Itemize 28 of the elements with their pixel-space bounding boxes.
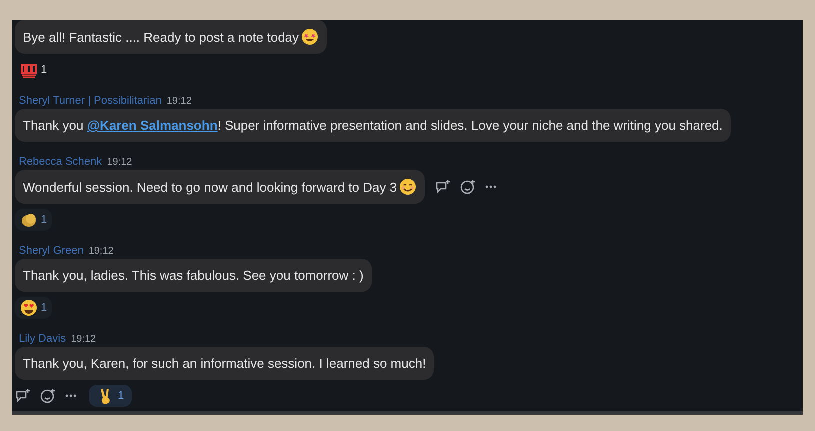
reaction-button[interactable]: 1	[15, 297, 52, 319]
reaction-emoji-icon	[20, 299, 38, 317]
message-time: 19:12	[107, 157, 132, 168]
reaction-emoji-icon	[20, 211, 38, 229]
more-icon[interactable]	[485, 185, 498, 189]
message-text: Thank you, Karen, for such an informative session. I learned so much!	[23, 356, 426, 371]
author-name[interactable]: Rebecca Schenk	[19, 156, 102, 168]
message-text: Thank you, ladies. This was fabulous. See you tomorrow : )	[23, 268, 364, 283]
author-name[interactable]: Sheryl Turner | Possibilitarian	[19, 95, 162, 107]
emoji-icon	[301, 28, 320, 46]
reply-icon[interactable]	[435, 179, 452, 195]
more-icon[interactable]	[65, 394, 77, 398]
message-time: 19:12	[71, 334, 96, 345]
add-reaction-icon[interactable]	[40, 388, 56, 404]
reply-icon[interactable]	[15, 388, 31, 404]
reaction-button[interactable]: 1	[15, 59, 52, 81]
message-text: Thank you @Karen Salmansohn! Super informative presentation and slides. Love your niche and the writing you shared.	[23, 118, 723, 133]
author-name[interactable]: Lily Davis	[19, 333, 66, 345]
reaction-button[interactable]: 1	[15, 209, 52, 231]
message-text: Bye all! Fantastic .... Ready to post a note today	[23, 30, 300, 44]
message-text: Wonderful session. Need to go now and looking forward to Day 3	[23, 180, 398, 194]
message-time: 19:12	[88, 246, 114, 257]
author-name[interactable]: Sheryl Green	[19, 245, 84, 257]
reaction-emoji-icon	[20, 61, 38, 79]
add-reaction-icon[interactable]	[460, 179, 476, 195]
reaction-button[interactable]: 1	[89, 385, 132, 407]
message-time: 19:12	[166, 96, 192, 107]
emoji-icon	[399, 178, 418, 196]
